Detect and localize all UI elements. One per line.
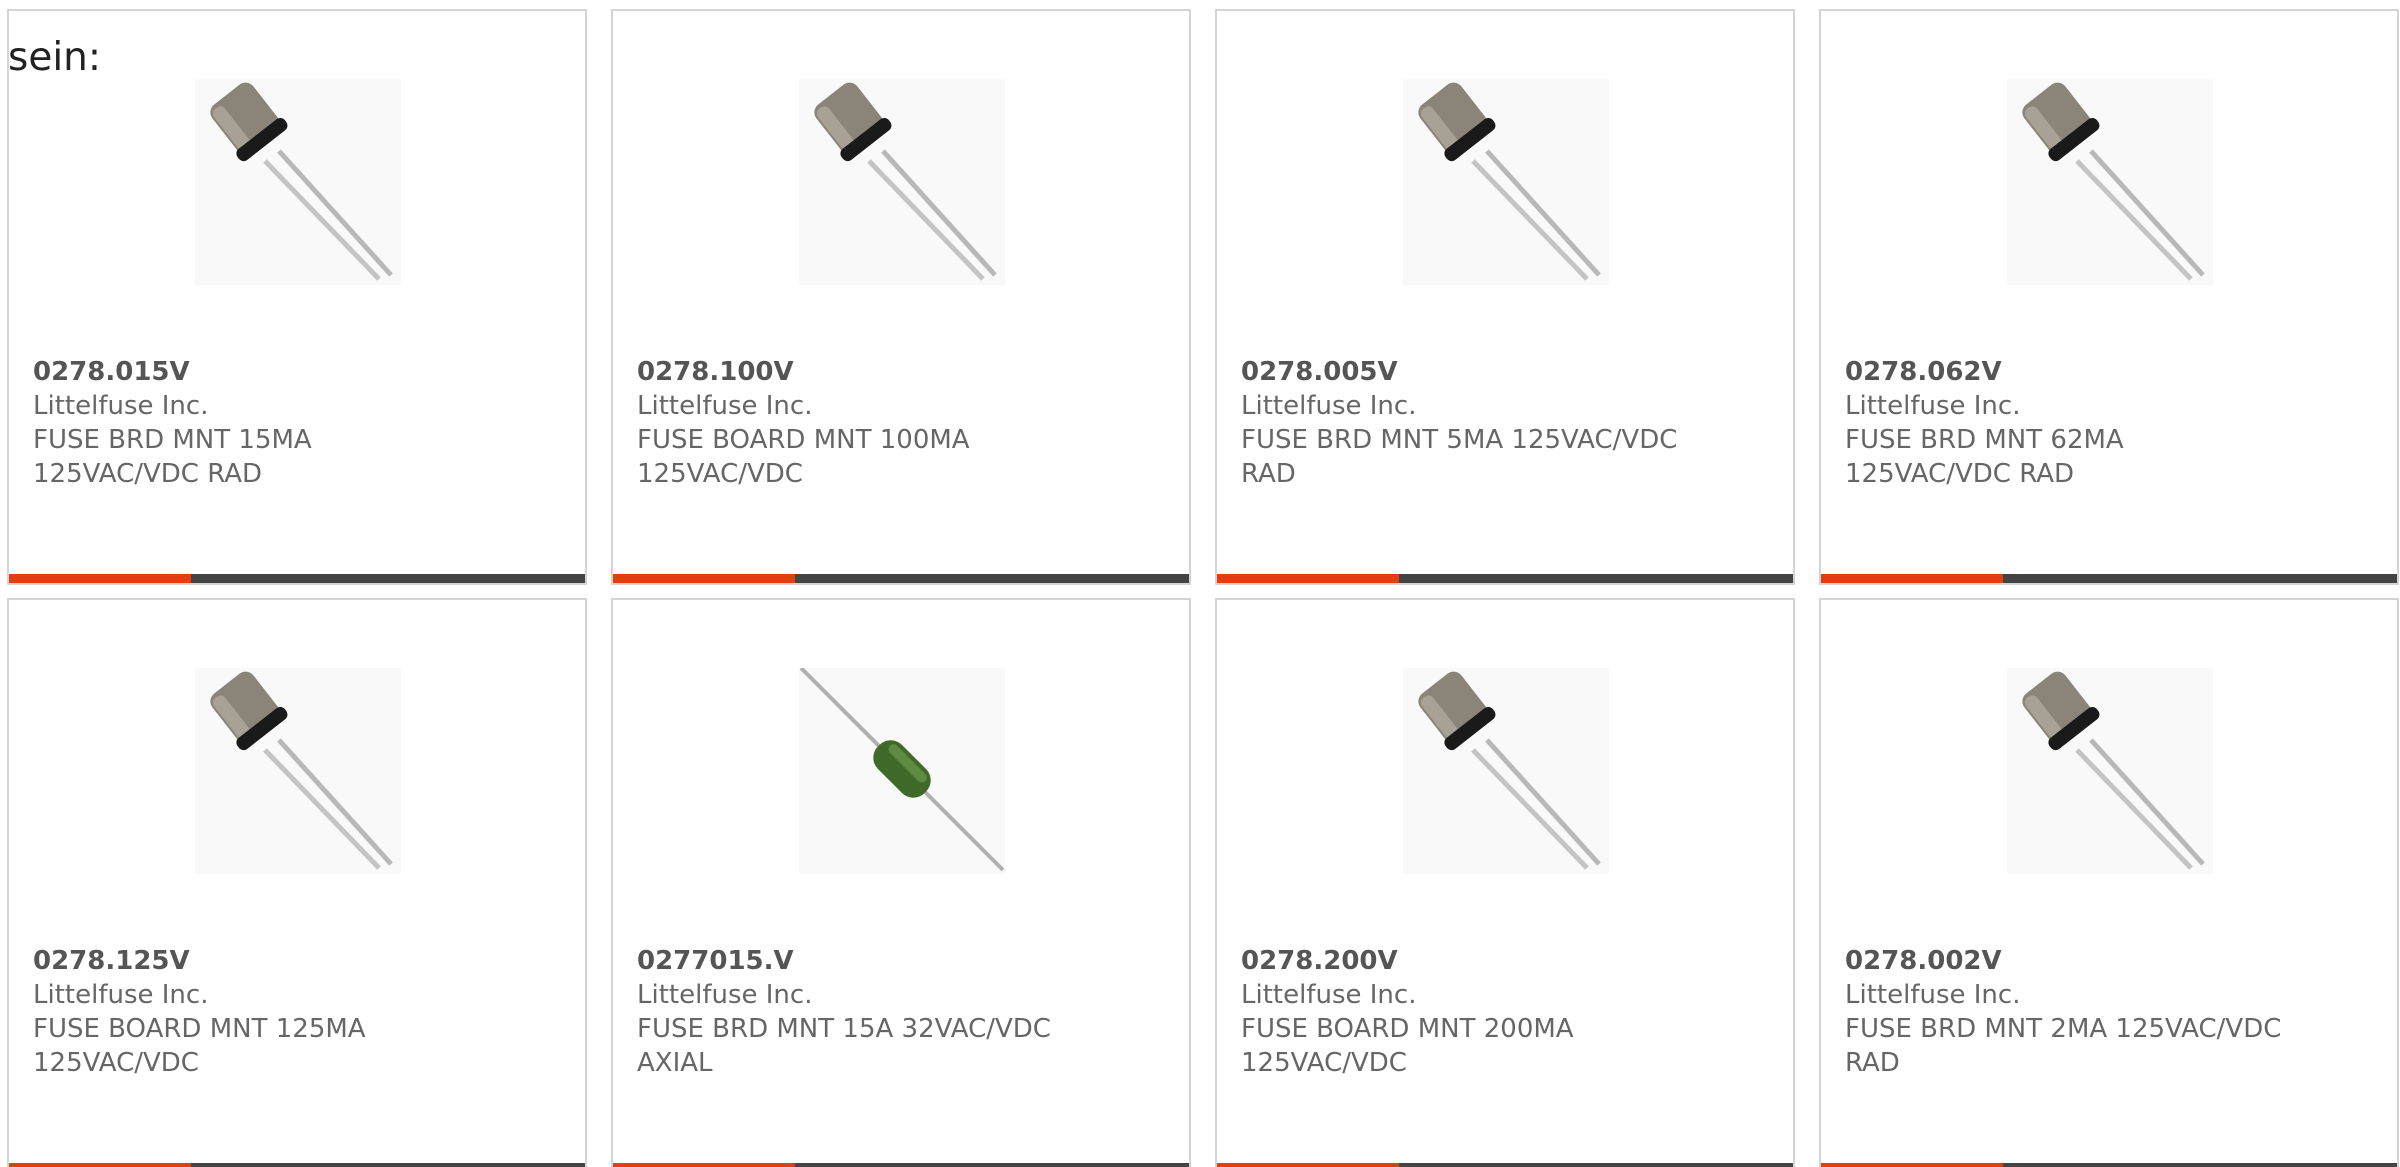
manufacturer: Littelfuse Inc. [33, 391, 209, 421]
card-bar-accent [9, 1163, 191, 1167]
manufacturer: Littelfuse Inc. [637, 980, 813, 1010]
card-bar [613, 1163, 1189, 1167]
description: FUSE BOARD MNT 125MA 125VAC/VDC [33, 1014, 366, 1078]
manufacturer: Littelfuse Inc. [637, 391, 813, 421]
card-bar-accent [1217, 1163, 1399, 1167]
part-number[interactable]: 0278.002V [1845, 944, 2285, 978]
card-bar [1217, 574, 1793, 583]
product-card[interactable]: 0278.015V Littelfuse Inc. FUSE BRD MNT 1… [7, 9, 587, 585]
part-number[interactable]: 0278.015V [33, 355, 473, 389]
radial-fuse-image[interactable] [2007, 668, 2213, 874]
card-bar [1217, 1163, 1793, 1167]
card-bar [1821, 574, 2397, 583]
part-number[interactable]: 0278.062V [1845, 355, 2285, 389]
card-bar-accent [1821, 574, 2003, 583]
product-card[interactable]: 0278.062V Littelfuse Inc. FUSE BRD MNT 6… [1819, 9, 2399, 585]
card-bar [9, 1163, 585, 1167]
card-bar [613, 574, 1189, 583]
description: FUSE BRD MNT 15MA 125VAC/VDC RAD [33, 425, 312, 489]
description: FUSE BRD MNT 62MA 125VAC/VDC RAD [1845, 425, 2124, 489]
part-number[interactable]: 0278.200V [1241, 944, 1681, 978]
part-number[interactable]: 0278.100V [637, 355, 1077, 389]
product-card[interactable]: 0278.005V Littelfuse Inc. FUSE BRD MNT 5… [1215, 9, 1795, 585]
manufacturer: Littelfuse Inc. [1241, 980, 1417, 1010]
card-bar-accent [613, 1163, 795, 1167]
card-bar-accent [1217, 574, 1399, 583]
description: FUSE BRD MNT 2MA 125VAC/VDC RAD [1845, 1014, 2282, 1078]
card-bar [1821, 1163, 2397, 1167]
radial-fuse-image[interactable] [195, 668, 401, 874]
card-bar-accent [9, 574, 191, 583]
description: FUSE BRD MNT 5MA 125VAC/VDC RAD [1241, 425, 1678, 489]
intro-text: sein: [8, 35, 102, 80]
description: FUSE BOARD MNT 200MA 125VAC/VDC [1241, 1014, 1574, 1078]
radial-fuse-image[interactable] [195, 79, 401, 285]
manufacturer: Littelfuse Inc. [1845, 391, 2021, 421]
radial-fuse-image[interactable] [2007, 79, 2213, 285]
card-bar-accent [1821, 1163, 2003, 1167]
radial-fuse-image[interactable] [1403, 79, 1609, 285]
manufacturer: Littelfuse Inc. [1241, 391, 1417, 421]
radial-fuse-image[interactable] [1403, 668, 1609, 874]
manufacturer: Littelfuse Inc. [33, 980, 209, 1010]
part-number[interactable]: 0278.005V [1241, 355, 1681, 389]
axial-fuse-image[interactable] [799, 668, 1005, 874]
radial-fuse-image[interactable] [799, 79, 1005, 285]
product-card[interactable]: 0278.125V Littelfuse Inc. FUSE BOARD MNT… [7, 598, 587, 1167]
product-card[interactable]: 0278.002V Littelfuse Inc. FUSE BRD MNT 2… [1819, 598, 2399, 1167]
card-bar [9, 574, 585, 583]
product-card[interactable]: 0278.200V Littelfuse Inc. FUSE BOARD MNT… [1215, 598, 1795, 1167]
product-card[interactable]: 0278.100V Littelfuse Inc. FUSE BOARD MNT… [611, 9, 1191, 585]
part-number[interactable]: 0278.125V [33, 944, 473, 978]
part-number[interactable]: 0277015.V [637, 944, 1077, 978]
product-card[interactable]: 0277015.V Littelfuse Inc. FUSE BRD MNT 1… [611, 598, 1191, 1167]
description: FUSE BOARD MNT 100MA 125VAC/VDC [637, 425, 970, 489]
description: FUSE BRD MNT 15A 32VAC/VDC AXIAL [637, 1014, 1051, 1078]
card-bar-accent [613, 574, 795, 583]
manufacturer: Littelfuse Inc. [1845, 980, 2021, 1010]
